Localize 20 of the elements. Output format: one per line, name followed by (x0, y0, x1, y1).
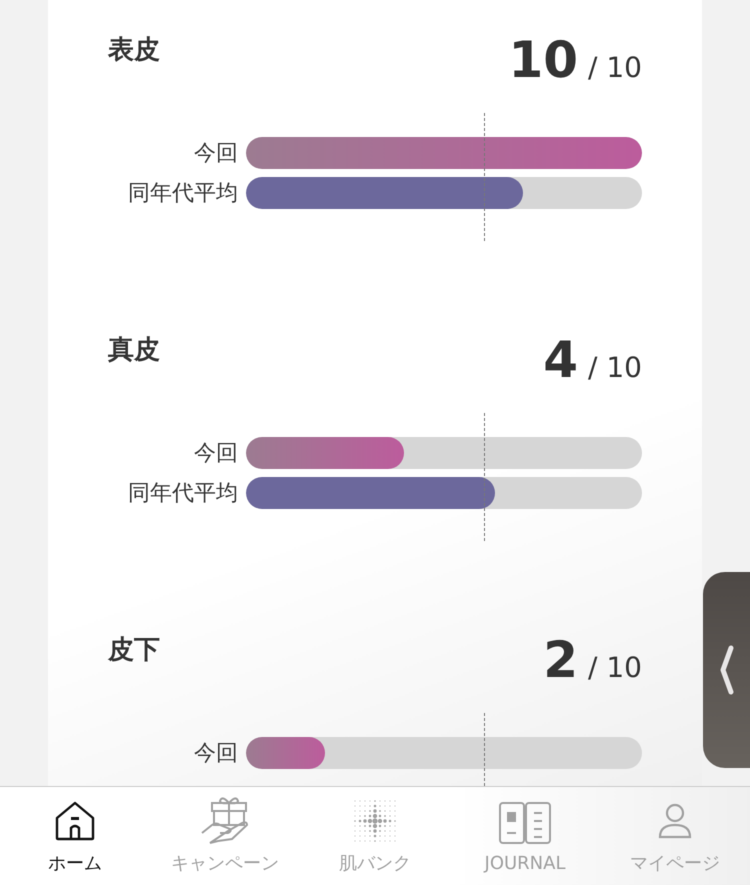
nav-tab[interactable]: JOURNAL (450, 798, 600, 874)
bar-label: 同年代平均 (127, 180, 238, 208)
section-title: 真皮 (108, 334, 160, 367)
bar-label: 同年代平均 (127, 480, 238, 508)
bar-label: 今回 (193, 440, 238, 468)
score-value: 10 (508, 34, 578, 86)
score-max: / 10 (588, 651, 642, 684)
score-value: 4 (543, 334, 578, 386)
bar-label: 今回 (193, 140, 238, 168)
section-title: 皮下 (108, 634, 160, 667)
score-max: / 10 (588, 351, 642, 384)
nav-tab[interactable]: 肌バンク (300, 797, 450, 875)
section-title: 表皮 (108, 34, 160, 67)
nav-tab[interactable]: キャンペーン (150, 797, 300, 875)
nav-tab[interactable]: マイページ (600, 797, 750, 875)
nav-tab[interactable]: ホーム (0, 797, 150, 875)
score-max: / 10 (588, 51, 642, 84)
bar-label: 今回 (193, 740, 238, 768)
side-tab[interactable] (703, 572, 750, 768)
score-value: 2 (543, 634, 578, 686)
